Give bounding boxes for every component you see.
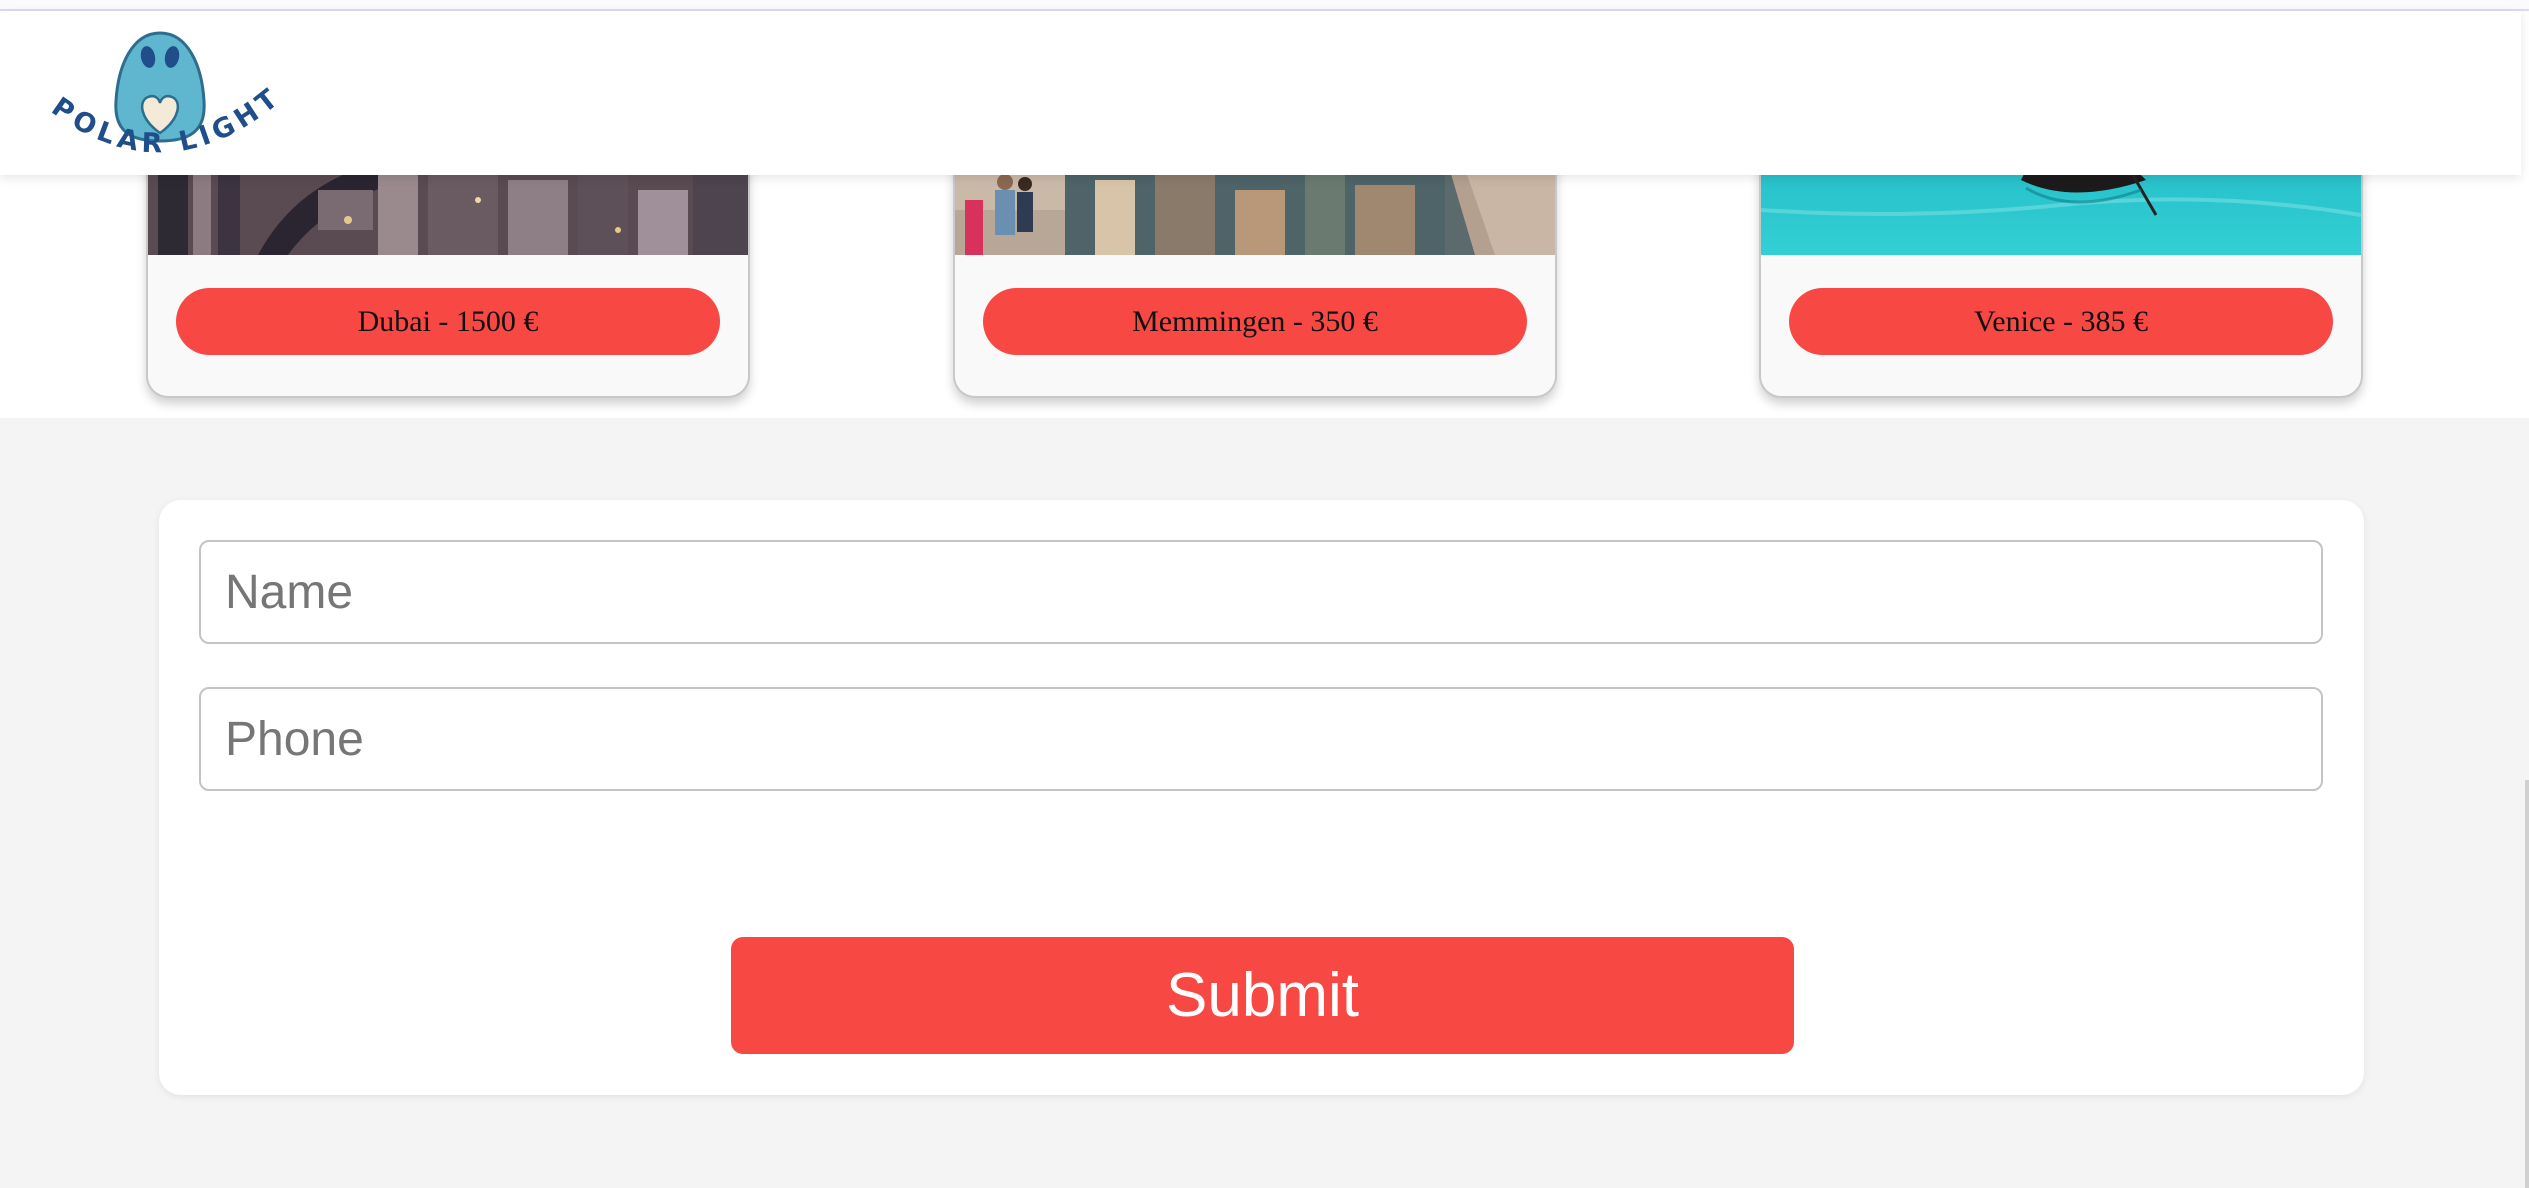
contact-form: Submit — [159, 500, 2364, 1095]
destination-button-memmingen[interactable]: Memmingen - 350 € — [983, 288, 1527, 355]
submit-button[interactable]: Submit — [731, 937, 1794, 1054]
name-input[interactable] — [199, 540, 2323, 644]
page: Dubai - 1500 € Memmingen - 350 € Venice … — [0, 0, 2529, 1188]
polar-lights-logo[interactable]: POLAR LIGHTS — [40, 21, 285, 181]
destination-button-dubai[interactable]: Dubai - 1500 € — [176, 288, 720, 355]
top-border — [0, 0, 2529, 11]
destination-button-venice[interactable]: Venice - 385 € — [1789, 288, 2333, 355]
site-header: POLAR LIGHTS — [0, 11, 2521, 175]
phone-input[interactable] — [199, 687, 2323, 791]
scrollbar[interactable] — [2525, 780, 2529, 1188]
